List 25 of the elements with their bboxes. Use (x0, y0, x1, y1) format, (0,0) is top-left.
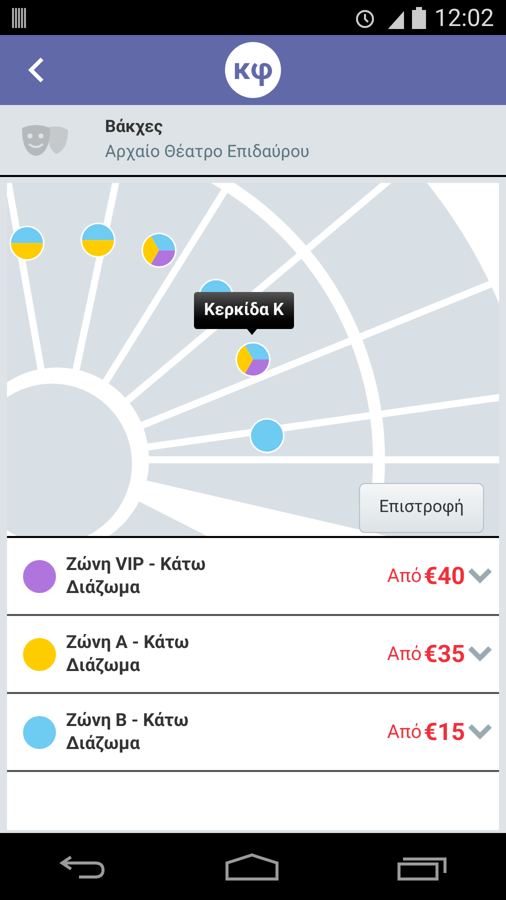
tooltip-pointer-icon (247, 329, 257, 335)
zone-name: Ζώνη VIP - Κάτω Διάζωμα (66, 553, 206, 599)
back-icon (27, 56, 45, 84)
venue-name: Αρχαίο Θέατρο Επιδαύρου (105, 141, 310, 164)
zone-price: €35 (424, 639, 465, 670)
zone-name: Ζώνη Β - Κάτω Διάζωμα (66, 709, 190, 755)
battery-icon (412, 6, 426, 28)
section-marker[interactable] (250, 418, 284, 454)
home-icon[interactable] (225, 852, 279, 880)
zone-price: €40 (424, 561, 465, 592)
price-prefix: Από (387, 718, 422, 745)
price-prefix: Από (387, 640, 422, 667)
section-marker[interactable] (142, 232, 176, 268)
section-tooltip: Κερκίδα Κ (194, 292, 294, 329)
section-marker[interactable] (80, 222, 116, 258)
zone-name: Ζώνη Α - Κάτω Διάζωμα (66, 631, 190, 677)
return-button[interactable]: Επιστροφή (359, 483, 484, 533)
clock-time: 12:02 (434, 2, 494, 34)
barcode-icon (12, 8, 28, 28)
app-logo: κφ (225, 42, 281, 98)
section-marker[interactable] (236, 342, 270, 378)
price-prefix: Από (387, 562, 422, 589)
event-title: Βάκχες (105, 116, 164, 138)
zone-price: €15 (424, 717, 465, 748)
section-marker[interactable] (10, 226, 44, 261)
